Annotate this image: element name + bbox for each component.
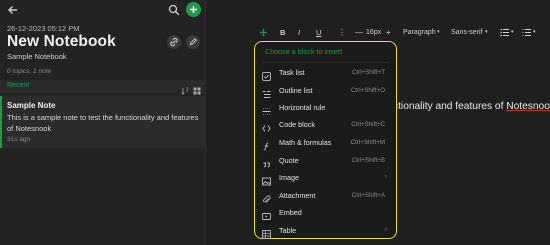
recent-label: Recent <box>7 82 30 89</box>
grid-view-icon[interactable] <box>193 82 201 95</box>
new-note-button[interactable] <box>186 2 201 17</box>
menu-item-label: Quote <box>279 156 299 165</box>
outline-list-icon <box>262 86 271 98</box>
menu-header: Choose a block to insert <box>265 47 343 56</box>
menu-item-shortcut: Ctrl+Shift+A <box>351 192 385 199</box>
menu-item-label: Task list <box>279 68 305 77</box>
bullet-list-icon[interactable] <box>500 25 509 39</box>
font-size-value[interactable]: 16px <box>366 25 381 39</box>
notebook-title: New Notebook <box>7 33 116 50</box>
chevron-down-icon[interactable]: ▾ <box>437 25 440 39</box>
edit-button[interactable] <box>186 35 200 49</box>
math-icon <box>262 138 271 151</box>
menu-item-label: Image <box>279 173 299 182</box>
chevron-right-icon: › <box>384 173 387 180</box>
sort-icon[interactable] <box>181 82 189 95</box>
notebook-description: Sample Notebook <box>7 52 67 61</box>
table-icon <box>262 226 271 239</box>
notebook-panel: 26-12-2023 05:12 PM New Notebook Sample … <box>0 0 206 245</box>
menu-item-math-formulas[interactable]: Math & formulas Ctrl+Shift+M <box>255 134 395 151</box>
search-icon[interactable] <box>168 3 180 16</box>
image-icon <box>262 173 271 186</box>
quote-icon <box>262 156 271 168</box>
menu-item-task-list[interactable]: Task list Ctrl+Shift+T <box>255 64 395 81</box>
menu-item-outline-list[interactable]: Outline list Ctrl+Shift+O <box>255 82 395 99</box>
recent-header <box>0 80 206 93</box>
menu-item-label: Horizontal rule <box>279 103 326 112</box>
bold-button[interactable]: B <box>280 25 285 39</box>
notebook-meta: 0 topics, 1 note <box>7 68 52 75</box>
insert-block-menu: Choose a block to insert Task list Ctrl+… <box>254 41 397 239</box>
increase-font-size-button[interactable]: + <box>386 25 391 39</box>
menu-item-quote[interactable]: Quote Ctrl+Shift+B <box>255 152 395 169</box>
embed-icon <box>262 208 271 220</box>
numbered-list-icon[interactable] <box>522 25 531 39</box>
menu-item-code-block[interactable]: Code block Ctrl+Shift+C <box>255 116 395 133</box>
task-list-icon <box>262 68 271 81</box>
link-button[interactable] <box>167 35 181 49</box>
back-arrow-icon[interactable] <box>7 3 19 15</box>
menu-item-shortcut: Ctrl+Shift+B <box>351 157 385 164</box>
note-title[interactable]: Sample Note <box>7 101 55 110</box>
menu-item-label: Table <box>279 226 297 235</box>
chevron-right-icon: › <box>384 226 387 233</box>
menu-item-shortcut: Ctrl+Shift+M <box>350 139 385 146</box>
menu-item-shortcut: Ctrl+Shift+C <box>351 121 385 128</box>
menu-item-shortcut: Ctrl+Shift+O <box>350 87 385 94</box>
note-time: 31s ago <box>7 136 31 143</box>
italic-button[interactable]: I <box>298 25 300 39</box>
menu-item-horizontal-rule[interactable]: Horizontal rule <box>255 99 395 116</box>
insert-block-icon[interactable] <box>259 25 271 39</box>
underline-button[interactable]: U <box>316 25 321 39</box>
menu-item-label: Embed <box>279 208 302 217</box>
menu-item-image[interactable]: Image › <box>255 169 395 186</box>
chevron-down-icon[interactable]: ▾ <box>485 25 488 39</box>
font-family-dropdown[interactable]: Sans-serif <box>451 25 483 39</box>
more-options-button[interactable]: ⋮ <box>338 25 346 39</box>
attachment-icon <box>262 191 271 203</box>
editor-text-run: ctionality and features of <box>393 101 507 112</box>
menu-item-label: Math & formulas <box>279 138 332 147</box>
paragraph-dropdown[interactable]: Paragraph <box>403 25 436 39</box>
horizontal-rule-icon <box>262 103 271 115</box>
note-preview: This is a sample note to test the functi… <box>7 113 199 133</box>
menu-item-label: Code block <box>279 120 315 129</box>
menu-item-attachment[interactable]: Attachment Ctrl+Shift+A <box>255 187 395 204</box>
chevron-down-icon[interactable]: ▾ <box>533 25 536 39</box>
decrease-font-size-button[interactable]: — <box>355 25 363 39</box>
chevron-down-icon[interactable]: ▾ <box>511 25 514 39</box>
menu-item-label: Outline list <box>279 86 313 95</box>
menu-item-embed[interactable]: Embed <box>255 204 395 221</box>
code-block-icon <box>262 120 271 132</box>
menu-item-table[interactable]: Table › <box>255 222 395 239</box>
editor-text[interactable]: ctionality and features of Notesnook <box>393 101 550 112</box>
notebook-date: 26-12-2023 05:12 PM <box>7 24 80 33</box>
menu-item-shortcut: Ctrl+Shift+T <box>351 69 385 76</box>
menu-item-label: Attachment <box>279 191 316 200</box>
editor-misspelled-word: Notesnook <box>506 101 550 112</box>
menu-divider <box>263 62 389 63</box>
